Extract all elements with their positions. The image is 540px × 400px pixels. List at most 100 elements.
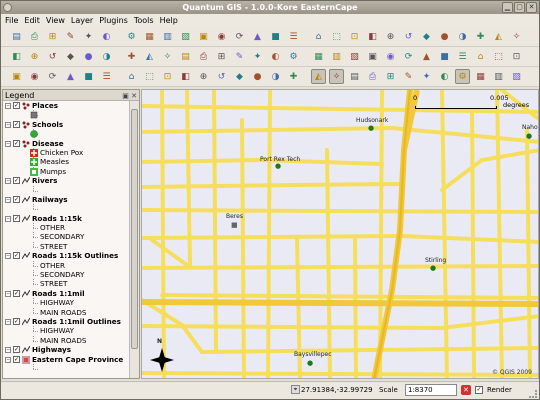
legend-layer[interactable]: − ✓ Disease	[3, 139, 130, 148]
menu-help[interactable]: Help	[160, 16, 178, 25]
add-vector-icon[interactable]: ▣	[196, 29, 211, 44]
zoom-full-icon[interactable]: ◐	[99, 29, 114, 44]
vertex-delete-icon[interactable]: ▦	[311, 49, 326, 64]
zoom-selection-icon[interactable]: ⎙	[365, 69, 380, 84]
zoom-layer-icon[interactable]: ⚙	[124, 29, 139, 44]
legend-class[interactable]	[3, 129, 130, 138]
expand-toggle-icon[interactable]: −	[5, 253, 11, 260]
legend-layer[interactable]: − ✓ Eastern Cape Province	[3, 355, 130, 364]
legend-class[interactable]: Measles	[3, 157, 130, 167]
resize-grip[interactable]	[529, 390, 537, 398]
layer-visibility-checkbox[interactable]: ✓	[13, 195, 20, 203]
merge-features-icon[interactable]: ⊕	[196, 69, 211, 84]
expand-toggle-icon[interactable]: −	[5, 347, 11, 354]
node-icon[interactable]: ↺	[214, 69, 229, 84]
coordinate-toggle-icon[interactable]: ⌖	[291, 385, 300, 394]
save-as-icon[interactable]: ✎	[63, 29, 78, 44]
undo-icon[interactable]: ⬚	[142, 69, 157, 84]
georef-icon[interactable]: ▣	[365, 49, 380, 64]
tips-icon[interactable]: ▥	[491, 69, 506, 84]
copy-icon[interactable]: ✧	[160, 49, 175, 64]
layer-visibility-checkbox[interactable]: ✓	[13, 214, 20, 222]
stat-icon[interactable]: ■	[437, 49, 452, 64]
legend-class[interactable]: MAIN ROADS	[3, 307, 130, 317]
plugin-e-icon[interactable]: ◆	[419, 29, 434, 44]
legend-layer[interactable]: − ✓ Railways	[3, 195, 130, 204]
export-icon[interactable]: ☰	[455, 49, 470, 64]
legend-layer[interactable]: − ✓ Highways	[3, 345, 130, 354]
capture-line-icon[interactable]: ↺	[45, 49, 60, 64]
layer-visibility-checkbox[interactable]: ✓	[13, 317, 20, 325]
legend-class[interactable]	[3, 204, 130, 213]
legend-class[interactable]: Mumps	[3, 166, 130, 176]
snap-icon[interactable]: ⊞	[214, 49, 229, 64]
add-island-icon[interactable]: ✚	[124, 49, 139, 64]
expand-toggle-icon[interactable]: −	[5, 356, 11, 363]
zoom-in-icon[interactable]: ◭	[311, 69, 326, 84]
legend-layer[interactable]: − ✓ Rivers	[3, 176, 130, 185]
window-menu-icon[interactable]	[3, 3, 12, 12]
legend-class[interactable]: OTHER	[3, 223, 130, 232]
layer-visibility-checkbox[interactable]: ✓	[13, 102, 20, 109]
expand-toggle-icon[interactable]: −	[5, 290, 11, 297]
rotate-point-icon[interactable]: ◑	[268, 69, 283, 84]
expand-toggle-icon[interactable]: −	[5, 318, 11, 325]
plugin-d-icon[interactable]: ↺	[401, 29, 416, 44]
help-icon[interactable]: ▧	[509, 69, 524, 84]
menu-plugins[interactable]: Plugins	[99, 16, 128, 25]
add-ring-icon[interactable]: ◑	[99, 49, 114, 64]
zoom-layer-2-icon[interactable]: ⊞	[383, 69, 398, 84]
expand-toggle-icon[interactable]: −	[5, 215, 11, 222]
move-vertex-icon[interactable]: ▲	[63, 69, 78, 84]
refresh-icon[interactable]: ▥	[160, 29, 175, 44]
menu-view[interactable]: View	[46, 16, 65, 25]
stop-render-button[interactable]: ✕	[461, 385, 471, 395]
save-project-icon[interactable]: ⊞	[45, 29, 60, 44]
expand-toggle-icon[interactable]: −	[5, 140, 11, 147]
add-postgis-icon[interactable]: ⟳	[232, 29, 247, 44]
grid-icon[interactable]: ⌂	[473, 49, 488, 64]
menu-layer[interactable]: Layer	[71, 16, 93, 25]
print-icon[interactable]: ✦	[81, 29, 96, 44]
plugin-i-icon[interactable]: ◭	[491, 29, 506, 44]
legend-class[interactable]	[3, 185, 130, 195]
overview-on-icon[interactable]: ☰	[286, 29, 301, 44]
simplify-icon[interactable]: ☰	[99, 69, 114, 84]
rotate-icon[interactable]: ✎	[232, 49, 247, 64]
legend-class[interactable]: Chicken Pox	[3, 147, 130, 157]
plugin-b-icon[interactable]: ◧	[365, 29, 380, 44]
open-project-icon[interactable]: ⎙	[27, 29, 42, 44]
zoom-last-icon[interactable]: ▦	[142, 29, 157, 44]
minimize-button[interactable]: ▁	[502, 2, 513, 13]
select-a-icon[interactable]: ▣	[9, 69, 24, 84]
layer-visibility-checkbox[interactable]: ✓	[13, 177, 20, 185]
delete-part-icon[interactable]: ●	[81, 49, 96, 64]
gps-icon[interactable]: ▲	[419, 49, 434, 64]
menu-file[interactable]: File	[5, 16, 18, 25]
layer-visibility-checkbox[interactable]: ✓	[13, 355, 20, 363]
pan-icon[interactable]: ✚	[286, 69, 301, 84]
plugin-f-icon[interactable]: ●	[437, 29, 452, 44]
layer-visibility-checkbox[interactable]: ✓	[13, 252, 20, 260]
cad-icon[interactable]: ▧	[347, 49, 362, 64]
menu-tools[interactable]: Tools	[134, 16, 154, 25]
layer-visibility-checkbox[interactable]: ✓	[13, 139, 20, 147]
expand-toggle-icon[interactable]: −	[5, 178, 11, 185]
capture-polygon-icon[interactable]: ◆	[63, 49, 78, 64]
move-feature-icon[interactable]: ◧	[9, 49, 24, 64]
cut-icon[interactable]: ▤	[178, 49, 193, 64]
vertex-tool-icon[interactable]: ◉	[27, 69, 42, 84]
new-project-icon[interactable]: ▤	[9, 29, 24, 44]
toggle-icon[interactable]: ⬚	[491, 49, 506, 64]
legend-class[interactable]: OTHER	[3, 260, 130, 270]
legend-scrollbar[interactable]	[129, 101, 139, 378]
add-wfs-icon[interactable]: ■	[268, 29, 283, 44]
plugin-g-icon[interactable]: ◑	[455, 29, 470, 44]
measure-area-icon[interactable]: ⚙	[455, 69, 470, 84]
expand-toggle-icon[interactable]: −	[5, 196, 11, 203]
edit-icon[interactable]: ⌂	[124, 69, 139, 84]
legend-class[interactable]: HIGHWAY	[3, 326, 130, 335]
plugin-j-icon[interactable]: ✧	[509, 29, 524, 44]
reshape-icon[interactable]: ●	[250, 69, 265, 84]
layer-visibility-checkbox[interactable]: ✓	[13, 346, 20, 354]
